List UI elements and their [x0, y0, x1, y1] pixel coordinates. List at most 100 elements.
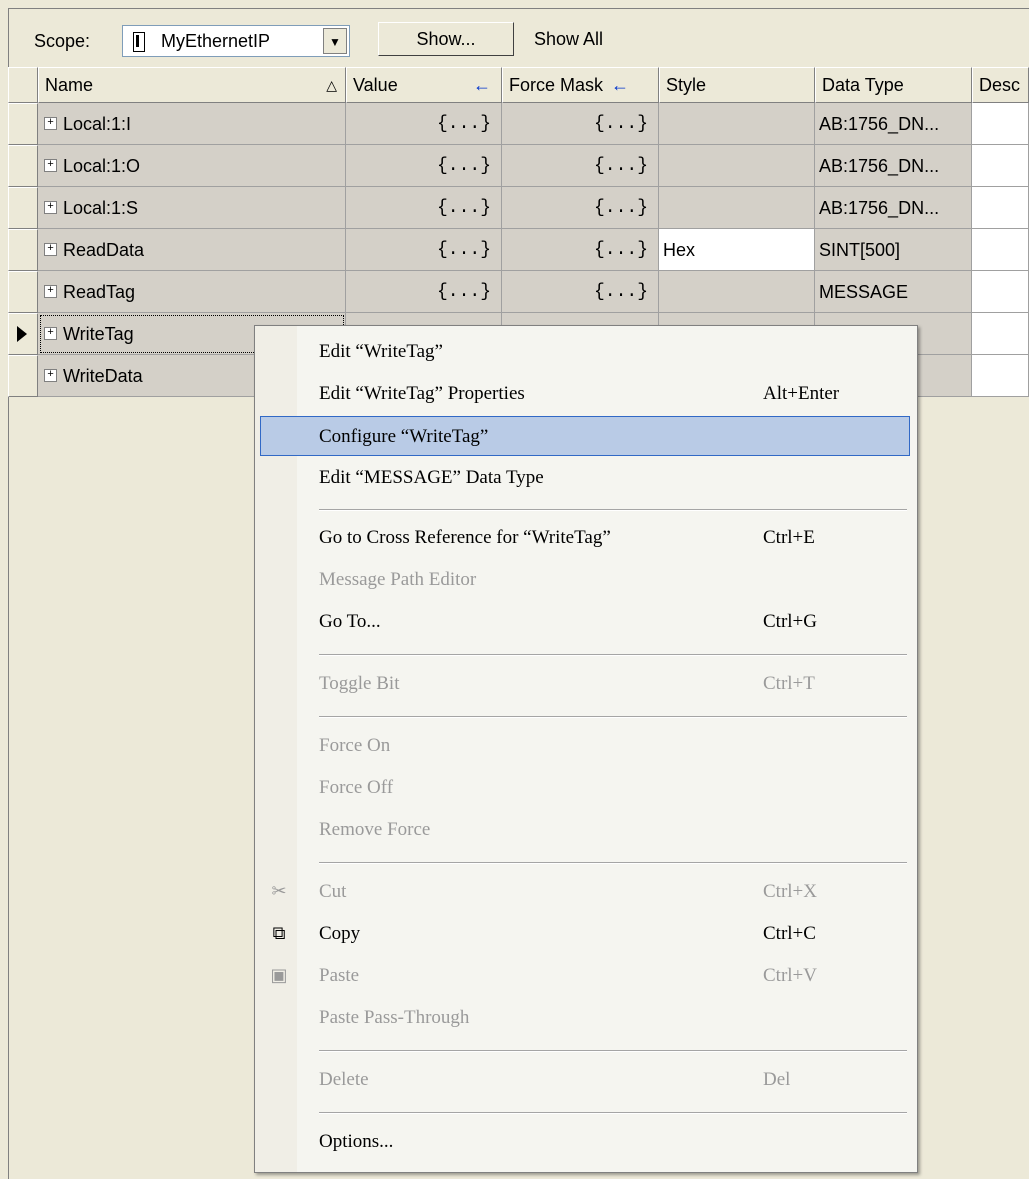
- scope-dropdown[interactable]: MyEthernetIP ▼: [122, 25, 350, 57]
- description-cell[interactable]: [972, 229, 1029, 271]
- copy-icon: ⧉: [272, 923, 286, 944]
- controller-icon: [133, 32, 145, 52]
- style-cell[interactable]: [659, 271, 815, 313]
- context-menu: Edit “WriteTag” Edit “WriteTag” Properti…: [254, 325, 918, 1173]
- expand-icon[interactable]: +: [44, 116, 57, 130]
- value-cell[interactable]: {...}: [346, 145, 502, 187]
- menu-item-label: Copy: [319, 923, 361, 944]
- force-mask-cell[interactable]: {...}: [502, 271, 659, 313]
- data-type-cell[interactable]: AB:1756_DN...: [815, 103, 972, 145]
- menu-item-label: Force Off: [319, 777, 394, 798]
- data-type-cell[interactable]: MESSAGE: [815, 271, 972, 313]
- expand-icon[interactable]: +: [44, 326, 57, 340]
- menu-item-delete: Delete Del: [255, 1060, 915, 1100]
- description-cell[interactable]: [972, 187, 1029, 229]
- menu-item-label: Cut: [319, 881, 347, 902]
- description-cell[interactable]: [972, 313, 1029, 355]
- table-row[interactable]: + ReadTag {...} {...} MESSAGE: [8, 271, 1029, 313]
- description-cell[interactable]: [972, 103, 1029, 145]
- row-selector[interactable]: [8, 187, 38, 229]
- row-selector[interactable]: [8, 313, 38, 355]
- tag-name-cell[interactable]: + Local:1:I: [38, 103, 346, 145]
- menu-separator: [319, 716, 907, 718]
- scissors-icon: ✂: [271, 881, 287, 902]
- style-cell[interactable]: Hex: [659, 229, 815, 271]
- expand-icon[interactable]: +: [44, 368, 57, 382]
- menu-item-label: Paste: [319, 965, 360, 986]
- force-mask-cell[interactable]: {...}: [502, 229, 659, 271]
- tag-name: Local:1:I: [63, 114, 132, 134]
- column-description-label: Desc: [979, 75, 1021, 95]
- menu-item-edit-properties[interactable]: Edit “WriteTag” Properties Alt+Enter: [255, 374, 915, 414]
- column-header-name[interactable]: Name △: [38, 67, 346, 103]
- row-selector[interactable]: [8, 103, 38, 145]
- value-cell[interactable]: {...}: [346, 271, 502, 313]
- menu-item-label: Toggle Bit: [319, 673, 400, 694]
- table-row[interactable]: + Local:1:O {...} {...} AB:1756_DN...: [8, 145, 1029, 187]
- value-cell[interactable]: {...}: [346, 229, 502, 271]
- menu-item-label: Delete: [319, 1069, 369, 1090]
- scope-label: Scope:: [34, 31, 91, 51]
- menu-item-shortcut: Ctrl+V: [763, 965, 817, 986]
- row-selector[interactable]: [8, 271, 38, 313]
- menu-item-label: Paste Pass-Through: [319, 1007, 470, 1028]
- tag-name-cell[interactable]: + Local:1:S: [38, 187, 346, 229]
- row-selector[interactable]: [8, 145, 38, 187]
- expand-icon[interactable]: +: [44, 158, 57, 172]
- menu-item-label: Remove Force: [319, 819, 431, 840]
- table-row[interactable]: + ReadData {...} {...} Hex SINT[500]: [8, 229, 1029, 271]
- menu-item-label: Force On: [319, 735, 391, 756]
- menu-item-copy[interactable]: ⧉ Copy Ctrl+C: [255, 914, 915, 954]
- description-cell[interactable]: [972, 145, 1029, 187]
- expand-icon[interactable]: +: [44, 242, 57, 256]
- column-header-data-type[interactable]: Data Type: [815, 67, 972, 103]
- tag-name-cell[interactable]: + ReadData: [38, 229, 346, 271]
- tag-name-cell[interactable]: + ReadTag: [38, 271, 346, 313]
- menu-item-label: Edit “WriteTag”: [319, 341, 443, 362]
- menu-separator: [319, 1112, 907, 1114]
- style-cell[interactable]: [659, 103, 815, 145]
- value-cell[interactable]: {...}: [346, 103, 502, 145]
- style-cell[interactable]: [659, 187, 815, 229]
- menu-item-edit-data-type[interactable]: Edit “MESSAGE” Data Type: [255, 458, 915, 498]
- chevron-down-icon[interactable]: ▼: [323, 28, 347, 54]
- menu-item-edit-tag[interactable]: Edit “WriteTag”: [255, 332, 915, 372]
- row-selector[interactable]: [8, 355, 38, 397]
- tag-name-cell[interactable]: + Local:1:O: [38, 145, 346, 187]
- menu-item-shortcut: Ctrl+G: [763, 611, 817, 632]
- column-header-force-mask[interactable]: Force Mask ←: [502, 67, 659, 103]
- menu-separator: [319, 509, 907, 511]
- table-row[interactable]: + Local:1:S {...} {...} AB:1756_DN...: [8, 187, 1029, 229]
- force-mask-cell[interactable]: {...}: [502, 103, 659, 145]
- expand-icon[interactable]: +: [44, 284, 57, 298]
- tag-name: WriteTag: [63, 324, 134, 344]
- force-mask-cell[interactable]: {...}: [502, 187, 659, 229]
- data-type-cell[interactable]: SINT[500]: [815, 229, 972, 271]
- menu-item-label: Edit “WriteTag” Properties: [319, 383, 525, 404]
- menu-item-shortcut: Ctrl+X: [763, 881, 817, 902]
- table-row[interactable]: + Local:1:I {...} {...} AB:1756_DN...: [8, 103, 1029, 145]
- menu-item-force-off: Force Off: [255, 768, 915, 808]
- column-header-style[interactable]: Style: [659, 67, 815, 103]
- data-type-cell[interactable]: AB:1756_DN...: [815, 145, 972, 187]
- column-header-value[interactable]: Value ←: [346, 67, 502, 103]
- menu-item-cut: ✂ Cut Ctrl+X: [255, 872, 915, 912]
- show-button[interactable]: Show...: [378, 22, 514, 56]
- column-header-description[interactable]: Desc: [972, 67, 1029, 103]
- expand-icon[interactable]: +: [44, 200, 57, 214]
- menu-item-options[interactable]: Options...: [255, 1122, 915, 1162]
- value-cell[interactable]: {...}: [346, 187, 502, 229]
- description-cell[interactable]: [972, 271, 1029, 313]
- style-cell[interactable]: [659, 145, 815, 187]
- menu-item-shortcut: Del: [763, 1069, 791, 1090]
- data-type-cell[interactable]: AB:1756_DN...: [815, 187, 972, 229]
- scope-value: MyEthernetIP: [161, 31, 271, 51]
- menu-item-configure[interactable]: Configure “WriteTag”: [260, 416, 910, 456]
- row-selector[interactable]: [8, 229, 38, 271]
- menu-item-remove-force: Remove Force: [255, 810, 915, 850]
- menu-item-cross-reference[interactable]: Go to Cross Reference for “WriteTag” Ctrl…: [255, 518, 915, 558]
- menu-item-go-to[interactable]: Go To... Ctrl+G: [255, 602, 915, 642]
- force-mask-cell[interactable]: {...}: [502, 145, 659, 187]
- menu-item-label: Message Path Editor: [319, 569, 477, 590]
- description-cell[interactable]: [972, 355, 1029, 397]
